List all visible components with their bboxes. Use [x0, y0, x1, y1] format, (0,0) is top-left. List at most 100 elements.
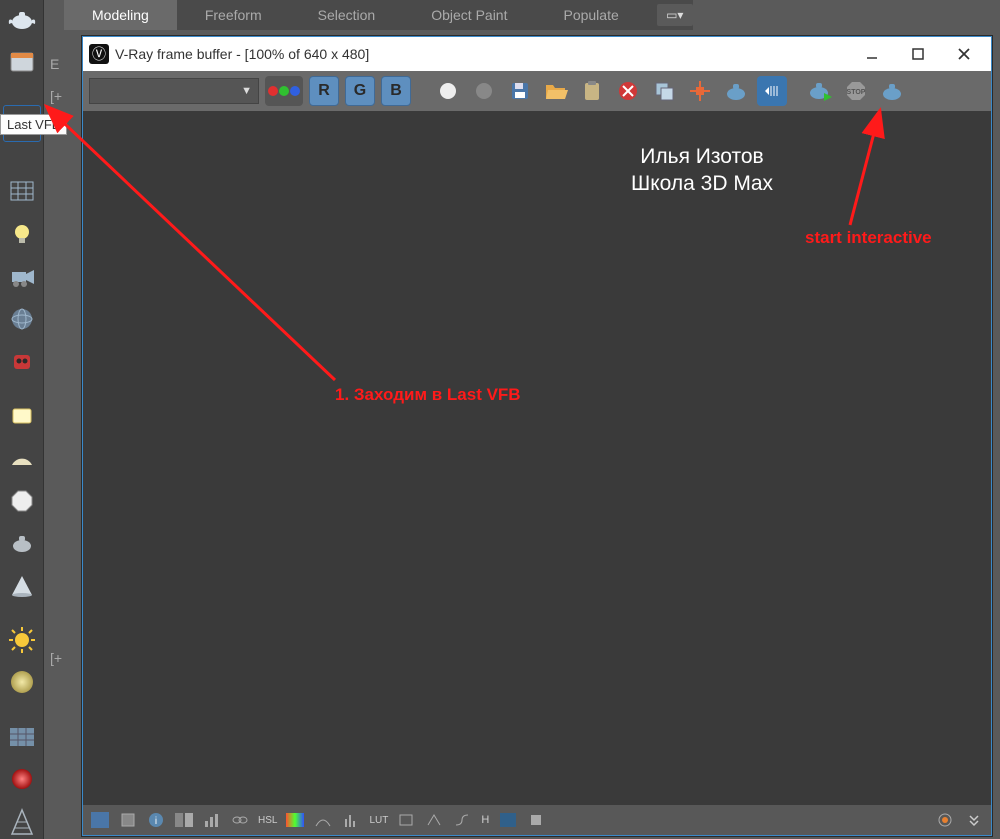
octagon-button[interactable] [4, 483, 40, 517]
duplicate-icon [653, 80, 675, 102]
tower-button[interactable] [4, 804, 40, 838]
sb-gradient-button[interactable] [282, 809, 308, 831]
sb-hsl-button[interactable]: HSL [255, 809, 280, 831]
white-circle-icon [438, 81, 458, 101]
camera-button[interactable] [4, 259, 40, 293]
cone-button[interactable] [4, 568, 40, 602]
teapot-last-button[interactable] [877, 76, 907, 106]
sun-button[interactable] [4, 623, 40, 657]
info-icon: i [148, 812, 164, 828]
mono-channel-button[interactable] [433, 76, 463, 106]
track-icon [761, 82, 783, 100]
sb-histogram-button[interactable] [338, 809, 364, 831]
sb-curve-button[interactable] [310, 809, 336, 831]
channel-b-button[interactable]: B [381, 76, 411, 106]
sb-lens-button[interactable] [933, 809, 959, 831]
vfb-statusbar: i HSL LUT H [83, 805, 991, 835]
teapot-render-button[interactable] [721, 76, 751, 106]
texture-grid-button[interactable] [4, 720, 40, 754]
credit-line-2: Школа 3D Max [631, 170, 773, 197]
red-sphere-button[interactable] [4, 762, 40, 796]
cone-icon [10, 573, 34, 599]
minimize-icon [866, 48, 878, 60]
sb-correction-button[interactable] [199, 809, 225, 831]
vray-frame-buffer-window: Ⓥ V-Ray frame buffer - [100% of 640 x 48… [82, 36, 992, 836]
tab-populate[interactable]: Populate [535, 0, 646, 30]
histogram-icon [343, 813, 359, 827]
sphere-icon [9, 669, 35, 695]
sb-stamp-button[interactable] [523, 809, 549, 831]
stamp-icon [528, 813, 544, 827]
tab-modeling[interactable]: Modeling [64, 0, 177, 30]
sphere-button[interactable] [4, 665, 40, 699]
lightbulb-icon [9, 221, 35, 247]
clipboard-button[interactable] [577, 76, 607, 106]
sb-picker-button[interactable] [115, 809, 141, 831]
ocio-icon [398, 813, 414, 827]
stop-render-button[interactable]: STOP [841, 76, 871, 106]
grid-settings-button[interactable] [4, 174, 40, 208]
sb-ocio-button[interactable] [393, 809, 419, 831]
save-icon [509, 80, 531, 102]
sb-link-button[interactable] [227, 809, 253, 831]
alpha-channel-button[interactable] [469, 76, 499, 106]
teapot-icon [7, 6, 37, 32]
robot-icon [8, 349, 36, 373]
credit-text: Илья Изотов Школа 3D Max [631, 143, 773, 198]
ribbon-dropdown-icon[interactable]: ▭▾ [657, 4, 693, 26]
channel-dropdown[interactable]: ▼ [89, 78, 259, 104]
clipboard-icon [582, 80, 602, 102]
icc-icon [426, 813, 442, 827]
sb-expand-button[interactable] [961, 809, 987, 831]
folder-open-icon [544, 81, 568, 101]
robot-button[interactable] [4, 344, 40, 378]
separator [4, 387, 40, 391]
link-icon [231, 814, 249, 826]
tower-icon [10, 808, 34, 836]
globe-button[interactable] [4, 302, 40, 336]
tab-object-paint[interactable]: Object Paint [403, 0, 535, 30]
gradient-icon [286, 813, 304, 827]
grey-circle-icon [474, 81, 494, 101]
tab-freeform[interactable]: Freeform [177, 0, 290, 30]
close-button[interactable] [941, 39, 987, 69]
dome-button[interactable] [4, 441, 40, 475]
drawer-label-3[interactable]: [+ [50, 650, 62, 666]
sb-bg-button[interactable] [495, 809, 521, 831]
red-dot-icon [268, 86, 278, 96]
maximize-button[interactable] [895, 39, 941, 69]
channel-r-button[interactable]: R [309, 76, 339, 106]
red-sphere-icon [9, 766, 35, 792]
sb-icc-button[interactable] [421, 809, 447, 831]
track-mouse-button[interactable] [757, 76, 787, 106]
dome-icon [9, 447, 35, 469]
sb-compare-button[interactable] [171, 809, 197, 831]
vfb-titlebar[interactable]: Ⓥ V-Ray frame buffer - [100% of 640 x 48… [83, 37, 991, 71]
save-image-button[interactable] [505, 76, 535, 106]
color-swatch-icon [91, 812, 109, 828]
sb-color-button[interactable] [87, 809, 113, 831]
rgb-switch-button[interactable] [265, 76, 303, 106]
sb-srgb-button[interactable] [449, 809, 475, 831]
open-image-button[interactable] [541, 76, 571, 106]
start-interactive-button[interactable] [805, 76, 835, 106]
sb-h-button[interactable]: H [477, 809, 493, 831]
teapot-grey-button[interactable] [4, 526, 40, 560]
drawer-label-2[interactable]: [+ [50, 88, 62, 104]
region-render-button[interactable] [685, 76, 715, 106]
plane-light-button[interactable] [4, 398, 40, 432]
separator [4, 149, 40, 166]
duplicate-button[interactable] [649, 76, 679, 106]
sb-info-button[interactable]: i [143, 809, 169, 831]
texture-grid-icon [8, 726, 36, 748]
channel-g-button[interactable]: G [345, 76, 375, 106]
vfb-render-canvas[interactable]: Илья Изотов Школа 3D Max [83, 111, 991, 805]
teapot-grey-icon [8, 531, 36, 555]
minimize-button[interactable] [849, 39, 895, 69]
teapot-button[interactable] [4, 2, 40, 36]
light-button[interactable] [4, 217, 40, 251]
tab-selection[interactable]: Selection [290, 0, 404, 30]
render-dialog-button[interactable] [4, 44, 40, 78]
sb-lut-button[interactable]: LUT [366, 809, 391, 831]
clear-image-button[interactable] [613, 76, 643, 106]
